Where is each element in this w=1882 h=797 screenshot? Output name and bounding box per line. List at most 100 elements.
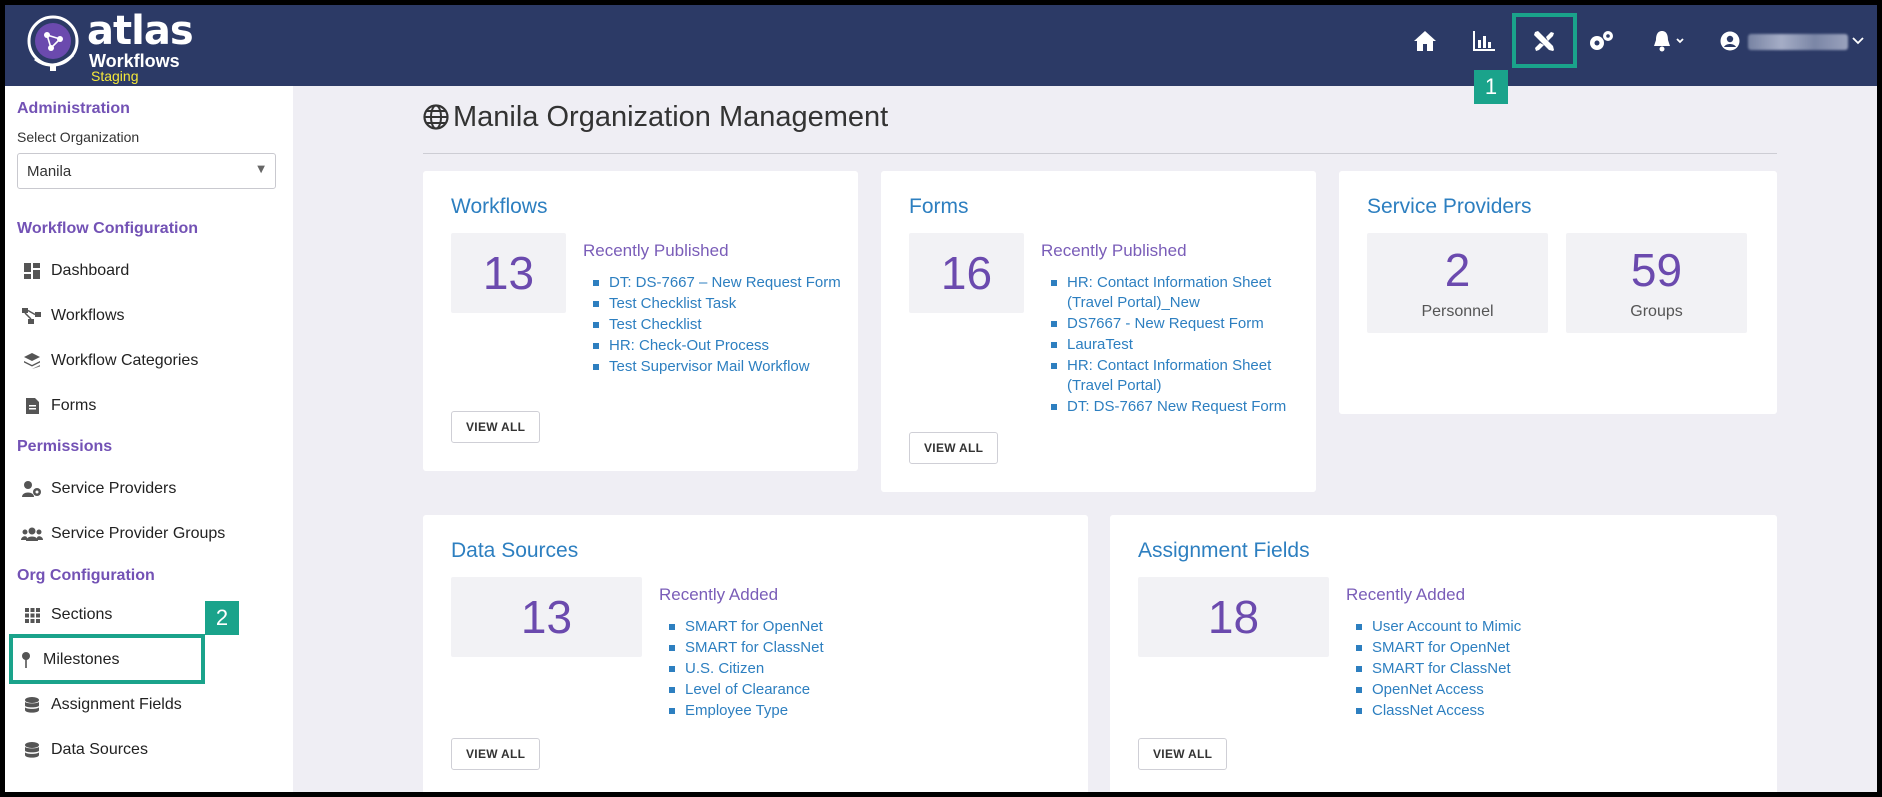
list-item[interactable]: SMART for ClassNet bbox=[1354, 659, 1654, 679]
sidebar-item-dashboard[interactable]: Dashboard bbox=[21, 258, 129, 284]
card-title[interactable]: Workflows bbox=[451, 195, 547, 219]
forms-card: Forms 16 Recently Published HR: Contact … bbox=[881, 171, 1316, 492]
list-item[interactable]: Test Checklist bbox=[591, 315, 841, 335]
view-all-button[interactable]: VIEW ALL bbox=[451, 738, 541, 770]
app-frame: atlas Workflows Staging 1 Administration… bbox=[5, 5, 1877, 792]
sidebar-item-data-sources[interactable]: Data Sources bbox=[21, 737, 148, 763]
section-workflow-configuration: Workflow Configuration bbox=[17, 220, 199, 237]
sidebar-item-label: Sections bbox=[51, 606, 113, 623]
assignment-fields-count-box: 18 bbox=[1138, 577, 1329, 657]
list-item[interactable]: OpenNet Access bbox=[1354, 680, 1654, 700]
stat-label: Personnel bbox=[1421, 303, 1494, 320]
list-item[interactable]: Employee Type bbox=[667, 701, 967, 721]
workflows-card: Workflows 13 Recently Published DT: DS-7… bbox=[423, 171, 858, 471]
form-document-icon bbox=[21, 397, 43, 415]
redacted-username[interactable] bbox=[1748, 34, 1848, 50]
view-all-button[interactable]: VIEW ALL bbox=[1138, 738, 1228, 770]
globe-logo-icon bbox=[27, 15, 79, 71]
recent-list: DT: DS-7667 – New Request Form Test Chec… bbox=[591, 273, 841, 378]
sidebar: Administration Select Organization Manil… bbox=[5, 86, 293, 792]
list-item[interactable]: HR: Check-Out Process bbox=[591, 336, 841, 356]
organization-select[interactable]: Manila ▼ bbox=[17, 153, 276, 189]
list-item[interactable]: Test Supervisor Mail Workflow bbox=[591, 357, 841, 377]
sidebar-item-label: Service Providers bbox=[51, 480, 177, 497]
sidebar-item-label: Workflows bbox=[51, 307, 125, 324]
list-item[interactable]: HR: Contact Information Sheet (Travel Po… bbox=[1049, 356, 1299, 396]
data-sources-count-box: 13 bbox=[451, 577, 642, 657]
environment-label: Staging bbox=[91, 68, 139, 84]
stat-count: 13 bbox=[520, 591, 573, 643]
section-administration: Administration bbox=[17, 100, 130, 117]
callout-2: 2 bbox=[205, 601, 239, 635]
map-pin-icon bbox=[19, 651, 33, 669]
view-all-button[interactable]: VIEW ALL bbox=[451, 411, 541, 443]
recent-heading: Recently Added bbox=[659, 585, 779, 604]
select-org-label: Select Organization bbox=[17, 129, 140, 145]
grid-dashboard-icon bbox=[21, 262, 43, 280]
list-item[interactable]: SMART for OpenNet bbox=[1354, 638, 1654, 658]
workflow-diagram-icon bbox=[21, 307, 43, 325]
sidebar-item-assignment-fields[interactable]: Assignment Fields bbox=[21, 692, 182, 718]
list-item[interactable]: U.S. Citizen bbox=[667, 659, 967, 679]
sidebar-item-label: Dashboard bbox=[51, 262, 130, 279]
sidebar-item-workflow-categories[interactable]: Workflow Categories bbox=[21, 348, 198, 374]
assignment-fields-card: Assignment Fields 18 Recently Added User… bbox=[1110, 515, 1777, 792]
sidebar-item-milestones[interactable]: Milestones bbox=[19, 647, 119, 673]
list-item[interactable]: SMART for OpenNet bbox=[667, 617, 967, 637]
database-icon bbox=[21, 696, 43, 714]
chevron-down-icon[interactable] bbox=[1850, 21, 1866, 61]
sidebar-item-service-providers[interactable]: Service Providers bbox=[21, 476, 176, 502]
list-item[interactable]: DT: DS-7667 New Request Form bbox=[1049, 397, 1299, 417]
database-icon bbox=[21, 741, 43, 759]
data-sources-card: Data Sources 13 Recently Added SMART for… bbox=[423, 515, 1088, 792]
service-providers-card: Service Providers 2 Personnel 59 Groups bbox=[1339, 171, 1777, 414]
stat-count: 59 bbox=[1630, 244, 1683, 296]
card-title[interactable]: Forms bbox=[909, 195, 969, 219]
list-item[interactable]: LauraTest bbox=[1049, 335, 1299, 355]
section-permissions: Permissions bbox=[17, 438, 113, 455]
settings-gears-icon[interactable] bbox=[1583, 21, 1619, 61]
top-navbar: atlas Workflows Staging 1 bbox=[5, 5, 1877, 104]
chart-icon[interactable] bbox=[1466, 21, 1502, 61]
groups-box[interactable]: 59 Groups bbox=[1566, 233, 1747, 333]
user-avatar-icon[interactable] bbox=[1718, 21, 1742, 61]
sidebar-item-forms[interactable]: Forms bbox=[21, 393, 96, 419]
list-item[interactable]: User Account to Mimic bbox=[1354, 617, 1654, 637]
sidebar-item-label: Assignment Fields bbox=[51, 696, 182, 713]
tools-icon[interactable] bbox=[1526, 21, 1562, 61]
sidebar-item-sections[interactable]: Sections bbox=[21, 602, 112, 628]
view-all-button[interactable]: VIEW ALL bbox=[909, 432, 999, 464]
grid-icon bbox=[21, 606, 43, 624]
sidebar-item-label: Milestones bbox=[43, 651, 120, 668]
list-item[interactable]: Level of Clearance bbox=[667, 680, 967, 700]
list-item[interactable]: DT: DS-7667 – New Request Form bbox=[591, 273, 841, 293]
sidebar-item-service-provider-groups[interactable]: Service Provider Groups bbox=[21, 521, 225, 547]
stat-count: 13 bbox=[482, 247, 535, 299]
card-title[interactable]: Service Providers bbox=[1367, 195, 1532, 219]
sidebar-item-workflows[interactable]: Workflows bbox=[21, 303, 125, 329]
globe-icon bbox=[423, 104, 449, 130]
list-item[interactable]: SMART for ClassNet bbox=[667, 638, 967, 658]
stat-count: 18 bbox=[1207, 591, 1260, 643]
card-title[interactable]: Assignment Fields bbox=[1138, 539, 1310, 563]
list-item[interactable]: Test Checklist Task bbox=[591, 294, 841, 314]
callout-1: 1 bbox=[1474, 70, 1508, 104]
brand-name: atlas bbox=[87, 8, 194, 54]
section-org-configuration: Org Configuration bbox=[17, 567, 155, 584]
page-title: Manila Organization Management bbox=[423, 97, 888, 137]
atlas-logo[interactable]: atlas Workflows Staging bbox=[27, 9, 197, 84]
recent-heading: Recently Published bbox=[583, 241, 729, 260]
sidebar-item-label: Data Sources bbox=[51, 741, 148, 758]
home-icon[interactable] bbox=[1407, 21, 1443, 61]
notifications-bell-icon[interactable] bbox=[1648, 21, 1690, 61]
list-item[interactable]: ClassNet Access bbox=[1354, 701, 1654, 721]
workflows-count-box: 13 bbox=[451, 233, 566, 313]
recent-heading: Recently Published bbox=[1041, 241, 1187, 260]
layers-icon bbox=[21, 352, 43, 370]
card-title[interactable]: Data Sources bbox=[451, 539, 578, 563]
list-item[interactable]: HR: Contact Information Sheet (Travel Po… bbox=[1049, 273, 1299, 313]
recent-list: User Account to Mimic SMART for OpenNet … bbox=[1354, 617, 1654, 722]
caret-down-icon: ▼ bbox=[257, 164, 265, 175]
list-item[interactable]: DS7667 - New Request Form bbox=[1049, 314, 1299, 334]
personnel-box[interactable]: 2 Personnel bbox=[1367, 233, 1548, 333]
